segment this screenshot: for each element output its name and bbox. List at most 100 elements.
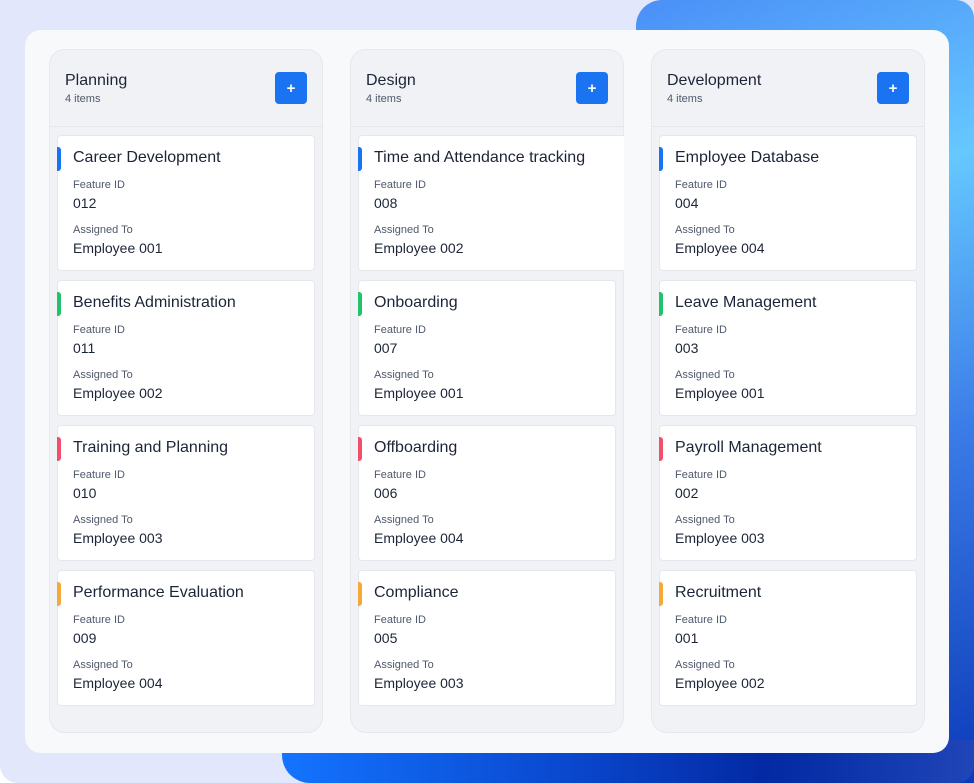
assigned-to-value: Employee 004 <box>675 240 765 256</box>
column-development: Development 4 items + Employee Database … <box>651 49 925 733</box>
kanban-board: Planning 4 items + Career Development Fe… <box>25 30 949 753</box>
feature-id-value: 008 <box>374 195 398 211</box>
feature-id-label: Feature ID <box>675 179 727 191</box>
feature-id-label: Feature ID <box>73 614 125 626</box>
feature-card[interactable]: Recruitment Feature ID 001 Assigned To E… <box>659 570 917 706</box>
feature-id-label: Feature ID <box>374 469 426 481</box>
assigned-to-value: Employee 002 <box>675 675 765 691</box>
assigned-to-value: Employee 001 <box>675 385 765 401</box>
card-title: Benefits Administration <box>73 294 236 311</box>
feature-id-label: Feature ID <box>675 469 727 481</box>
column-title: Development <box>667 72 762 89</box>
card-title: Training and Planning <box>73 439 229 456</box>
feature-id-label: Feature ID <box>675 324 727 336</box>
add-card-button[interactable]: + <box>877 72 909 104</box>
column-item-count: 4 items <box>366 93 402 105</box>
feature-card[interactable]: Onboarding Feature ID 007 Assigned To Em… <box>358 280 616 416</box>
card-list: Employee Database Feature ID 004 Assigne… <box>659 135 917 715</box>
column-design: Design 4 items + Time and Attendance tra… <box>350 49 624 733</box>
feature-card[interactable]: Career Development Feature ID 012 Assign… <box>57 135 315 271</box>
card-title: Recruitment <box>675 584 762 601</box>
feature-card[interactable]: Performance Evaluation Feature ID 009 As… <box>57 570 315 706</box>
feature-id-value: 006 <box>374 485 398 501</box>
assigned-to-label: Assigned To <box>675 659 735 671</box>
priority-accent-bar <box>659 292 663 316</box>
priority-accent-bar <box>659 582 663 606</box>
plus-icon: + <box>286 79 296 97</box>
feature-card[interactable]: Benefits Administration Feature ID 011 A… <box>57 280 315 416</box>
feature-id-value: 005 <box>374 630 398 646</box>
assigned-to-value: Employee 002 <box>73 385 163 401</box>
feature-id-label: Feature ID <box>374 324 426 336</box>
assigned-to-value: Employee 001 <box>374 385 464 401</box>
priority-accent-bar <box>659 437 663 461</box>
feature-card[interactable]: Compliance Feature ID 005 Assigned To Em… <box>358 570 616 706</box>
priority-accent-bar <box>358 147 362 171</box>
assigned-to-value: Employee 001 <box>73 240 163 256</box>
assigned-to-label: Assigned To <box>73 224 133 236</box>
assigned-to-label: Assigned To <box>374 659 434 671</box>
feature-card[interactable]: Training and Planning Feature ID 010 Ass… <box>57 425 315 561</box>
card-list: Career Development Feature ID 012 Assign… <box>57 135 315 715</box>
priority-accent-bar <box>57 437 61 461</box>
feature-id-value: 007 <box>374 340 398 356</box>
assigned-to-label: Assigned To <box>374 514 434 526</box>
priority-accent-bar <box>358 292 362 316</box>
assigned-to-value: Employee 004 <box>374 530 464 546</box>
card-title: Onboarding <box>374 294 458 311</box>
card-title: Employee Database <box>675 149 820 166</box>
feature-card[interactable]: Payroll Management Feature ID 002 Assign… <box>659 425 917 561</box>
column-title: Design <box>366 72 416 89</box>
feature-card[interactable]: Time and Attendance tracking Feature ID … <box>358 135 624 271</box>
priority-accent-bar <box>358 582 362 606</box>
feature-id-value: 009 <box>73 630 97 646</box>
assigned-to-label: Assigned To <box>675 514 735 526</box>
feature-id-value: 002 <box>675 485 699 501</box>
assigned-to-value: Employee 003 <box>675 530 765 546</box>
assigned-to-label: Assigned To <box>73 514 133 526</box>
priority-accent-bar <box>57 582 61 606</box>
column-item-count: 4 items <box>65 93 101 105</box>
add-card-button[interactable]: + <box>275 72 307 104</box>
feature-card[interactable]: Employee Database Feature ID 004 Assigne… <box>659 135 917 271</box>
assigned-to-label: Assigned To <box>374 369 434 381</box>
feature-id-value: 003 <box>675 340 699 356</box>
card-title: Performance Evaluation <box>73 584 244 601</box>
assigned-to-label: Assigned To <box>73 369 133 381</box>
priority-accent-bar <box>57 147 61 171</box>
assigned-to-value: Employee 003 <box>374 675 464 691</box>
plus-icon: + <box>888 79 898 97</box>
feature-id-label: Feature ID <box>675 614 727 626</box>
card-title: Offboarding <box>374 439 458 456</box>
assigned-to-label: Assigned To <box>73 659 133 671</box>
card-title: Compliance <box>374 584 459 601</box>
plus-icon: + <box>587 79 597 97</box>
assigned-to-label: Assigned To <box>675 369 735 381</box>
feature-id-value: 004 <box>675 195 699 211</box>
feature-id-value: 011 <box>73 340 96 356</box>
assigned-to-value: Employee 004 <box>73 675 163 691</box>
assigned-to-label: Assigned To <box>374 224 434 236</box>
feature-id-value: 010 <box>73 485 97 501</box>
assigned-to-label: Assigned To <box>675 224 735 236</box>
feature-id-label: Feature ID <box>374 179 426 191</box>
feature-card[interactable]: Offboarding Feature ID 006 Assigned To E… <box>358 425 616 561</box>
add-card-button[interactable]: + <box>576 72 608 104</box>
priority-accent-bar <box>659 147 663 171</box>
feature-id-label: Feature ID <box>73 179 125 191</box>
feature-id-value: 001 <box>675 630 699 646</box>
feature-id-label: Feature ID <box>374 614 426 626</box>
feature-card[interactable]: Leave Management Feature ID 003 Assigned… <box>659 280 917 416</box>
column-header: Design 4 items + <box>351 50 623 127</box>
feature-id-value: 012 <box>73 195 97 211</box>
assigned-to-value: Employee 003 <box>73 530 163 546</box>
column-header: Development 4 items + <box>652 50 924 127</box>
priority-accent-bar <box>57 292 61 316</box>
column-planning: Planning 4 items + Career Development Fe… <box>49 49 323 733</box>
column-header: Planning 4 items + <box>50 50 322 127</box>
card-list: Time and Attendance tracking Feature ID … <box>358 135 624 715</box>
column-item-count: 4 items <box>667 93 703 105</box>
card-title: Leave Management <box>675 294 817 311</box>
column-title: Planning <box>65 72 128 89</box>
card-title: Payroll Management <box>675 439 822 456</box>
